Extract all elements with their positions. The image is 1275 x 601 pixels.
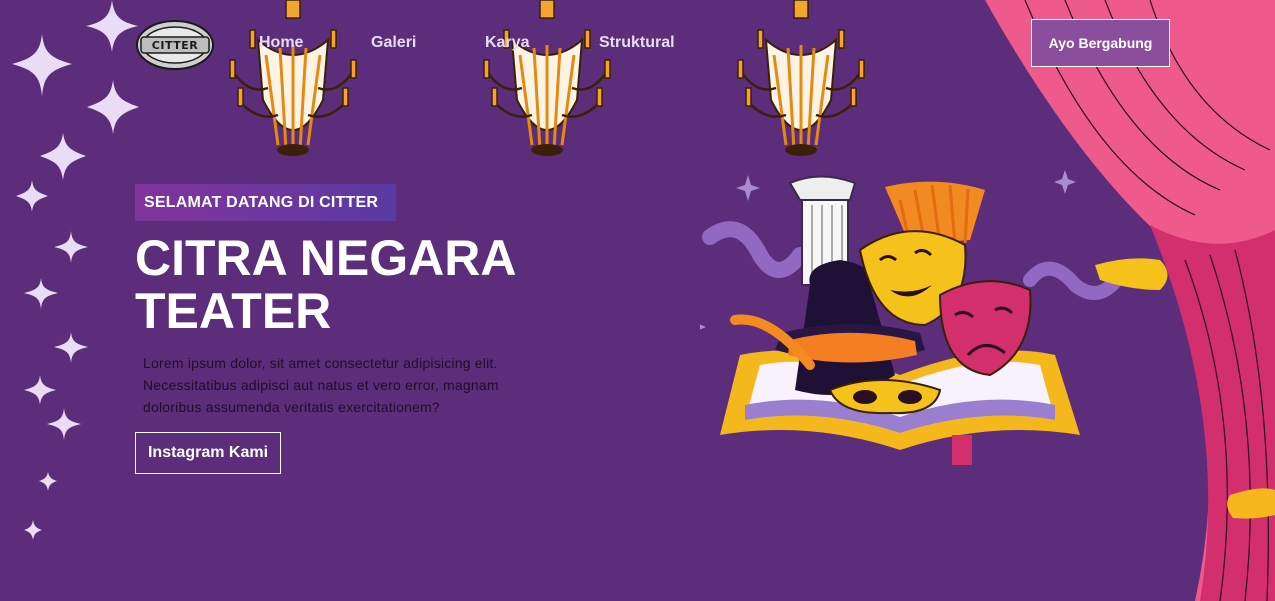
nav-karya[interactable]: Karya (485, 32, 529, 54)
chandelier-icon (483, 0, 611, 156)
welcome-badge: SELAMAT DATANG DI CITTER (135, 184, 396, 221)
hero-description: Lorem ipsum dolor, sit amet consectetur … (143, 355, 499, 415)
chandelier-icon (737, 0, 865, 156)
nav-struktural[interactable]: Struktural (599, 32, 675, 54)
instagram-button[interactable]: Instagram Kami (135, 432, 281, 474)
sparkles-decoration (12, 0, 139, 540)
sparkle-icon (40, 133, 86, 180)
sparkle-icon (87, 80, 139, 134)
sparkle-icon (54, 231, 88, 263)
sparkle-icon (24, 375, 56, 405)
chandelier-icon (229, 0, 357, 156)
sparkle-icon (16, 180, 48, 212)
hero-title-line-1: CITRA NEGARA (135, 230, 517, 286)
brand-logo[interactable]: CITTER (135, 19, 215, 71)
hero-title: CITRA NEGARA TEATER (135, 232, 615, 338)
nav-galeri[interactable]: Galeri (371, 32, 416, 54)
join-button[interactable]: Ayo Bergabung (1031, 19, 1170, 67)
sparkle-icon (54, 332, 88, 363)
sparkle-icon (12, 34, 72, 96)
nav-home[interactable]: Home (259, 32, 303, 54)
theater-masks-icon (700, 170, 1168, 465)
hero-title-line-2: TEATER (135, 283, 332, 339)
sparkle-icon (24, 520, 42, 540)
sparkle-icon (86, 0, 138, 52)
sparkle-icon (39, 472, 57, 491)
sparkle-icon (47, 408, 81, 440)
sparkle-icon (24, 278, 58, 309)
logo-text: CITTER (151, 38, 199, 52)
